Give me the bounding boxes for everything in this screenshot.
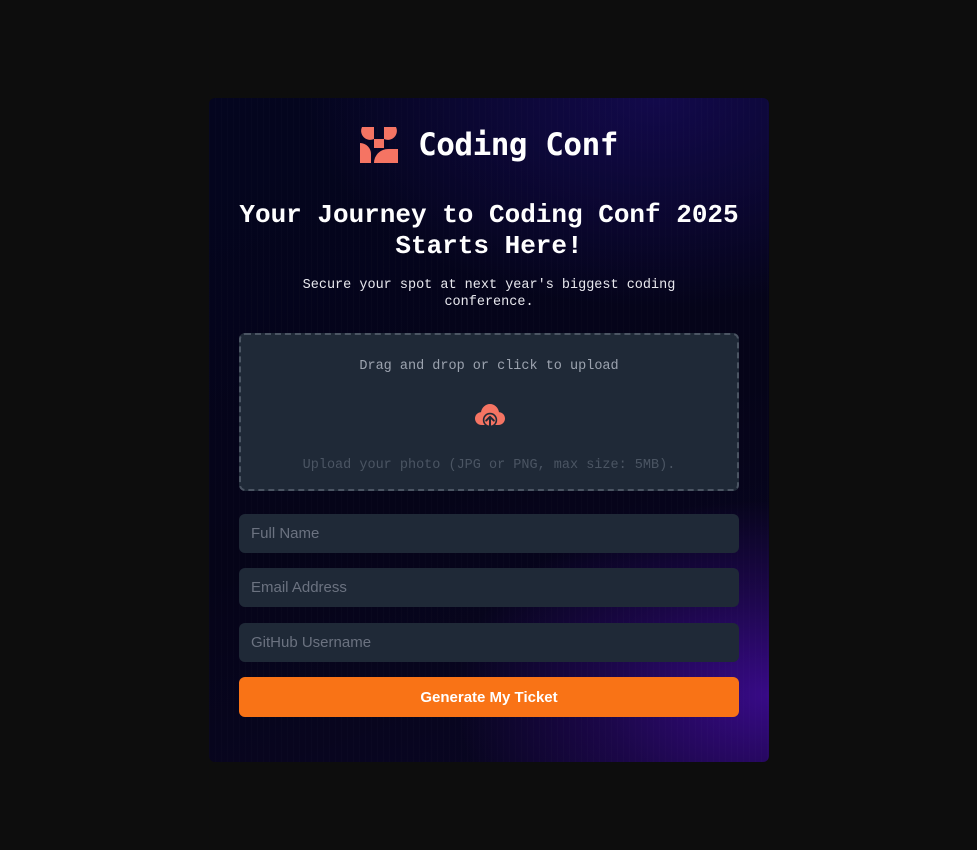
ticket-form-card: Coding Conf Your Journey to Coding Conf … (209, 98, 769, 762)
photo-upload-dropzone[interactable]: Drag and drop or click to upload Upload … (239, 333, 739, 491)
github-username-input[interactable] (239, 623, 739, 662)
page-headline: Your Journey to Coding Conf 2025 Starts … (239, 200, 739, 261)
cloud-upload-icon (475, 404, 505, 429)
email-input[interactable] (239, 568, 739, 607)
upload-hint: Upload your photo (JPG or PNG, max size:… (302, 458, 676, 473)
generate-ticket-button[interactable]: Generate My Ticket (239, 677, 739, 717)
page-subtitle: Secure your spot at next year's biggest … (302, 278, 676, 310)
brand-header: Coding Conf (209, 126, 769, 164)
brand-name: Coding Conf (418, 127, 618, 163)
upload-title: Drag and drop or click to upload (359, 359, 619, 374)
coding-conf-logo-icon (360, 127, 399, 163)
full-name-input[interactable] (239, 514, 739, 553)
